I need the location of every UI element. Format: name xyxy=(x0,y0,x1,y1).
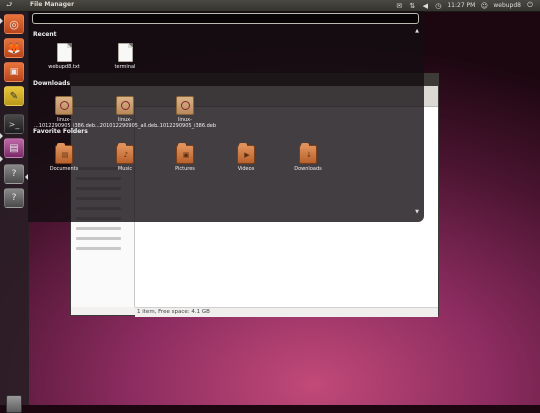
favorite-folder[interactable]: ▣ Pictures xyxy=(155,143,215,172)
launcher-shotwell-button[interactable]: ▣ xyxy=(4,62,24,82)
notes-icon: ✎ xyxy=(9,90,19,102)
download-item[interactable]: linux- ...1012290905_i386.deb xyxy=(34,96,95,129)
download-item[interactable]: linux- ...201012290905_all.deb xyxy=(95,96,157,129)
launcher-notes-button[interactable]: ✎ xyxy=(4,86,24,106)
download-item[interactable]: linux- ...1012290905_i386.deb xyxy=(155,96,216,129)
launcher-firefox-button[interactable]: 🦊 xyxy=(4,38,24,58)
videos-folder-icon: ▶ xyxy=(237,143,255,164)
downloads-folder-icon: ↓ xyxy=(299,143,317,164)
volume-icon[interactable]: ◀ xyxy=(421,2,429,10)
launcher-files-button[interactable]: ▤ xyxy=(4,138,24,158)
scroll-up-arrow-icon[interactable]: ▲ xyxy=(415,28,419,34)
favorite-folder[interactable]: ▶ Videos xyxy=(216,143,276,172)
running-indicator xyxy=(0,156,3,162)
active-window-title: File Manager xyxy=(30,1,75,8)
back-arrow-icon[interactable]: ⮐ xyxy=(6,1,18,10)
user-icon: ☺ xyxy=(480,1,488,10)
launcher-workspaces-button[interactable]: ? xyxy=(4,164,24,184)
shotwell-icon: ▣ xyxy=(9,67,19,77)
launcher-terminal-button[interactable]: >_ xyxy=(4,114,24,134)
section-recent: Recent xyxy=(33,31,57,38)
favorite-folder[interactable]: ↓ Downloads xyxy=(278,143,338,172)
username[interactable]: webupd8 xyxy=(493,2,521,9)
recent-item[interactable]: terminal xyxy=(95,43,155,70)
favorite-folder[interactable]: ♪ Music xyxy=(95,143,155,172)
file-manager-icon: ▤ xyxy=(9,142,19,154)
launcher-home-button[interactable]: ◎ xyxy=(4,14,24,34)
pictures-folder-icon: ▣ xyxy=(176,143,194,164)
search-input[interactable] xyxy=(32,13,419,24)
workspaces-icon: ? xyxy=(11,169,17,179)
scroll-down-arrow-icon[interactable]: ▼ xyxy=(415,209,419,215)
ubuntu-home-icon: ◎ xyxy=(9,17,19,31)
running-indicator xyxy=(0,133,3,139)
documents-folder-icon: ▤ xyxy=(55,143,73,164)
status-bar: 1 item, Free space: 4.1 GB xyxy=(135,307,438,317)
running-indicator xyxy=(0,18,3,24)
terminal-icon: >_ xyxy=(8,119,20,129)
deb-package-icon xyxy=(176,96,194,115)
mail-icon[interactable]: ✉ xyxy=(395,2,403,10)
system-tray: ✉ ⇅ ◀ ◷ 11:27 PM ☺ webupd8 ⏻ xyxy=(395,1,534,10)
text-file-icon xyxy=(56,43,72,62)
applications-icon: ? xyxy=(11,193,17,203)
favorite-folder[interactable]: ▤ Documents xyxy=(34,143,94,172)
section-favorite-folders: Favorite Folders xyxy=(33,128,88,135)
deb-package-icon xyxy=(55,96,73,115)
text-file-icon xyxy=(117,43,133,62)
network-icon[interactable]: ⇅ xyxy=(408,2,416,10)
firefox-icon: 🦊 xyxy=(7,41,21,55)
dash-overlay: Recent webupd8.txt terminal Downloads li… xyxy=(28,11,424,222)
recent-item[interactable]: webupd8.txt xyxy=(34,43,94,70)
power-icon[interactable]: ⏻ xyxy=(526,1,534,10)
clock-icon: ◷ xyxy=(435,1,442,10)
section-downloads: Downloads xyxy=(33,80,71,87)
launcher: ◎ 🦊 ▣ ✎ >_ ▤ ? ? xyxy=(0,12,29,413)
clock[interactable]: 11:27 PM xyxy=(447,2,475,9)
music-folder-icon: ♪ xyxy=(116,143,134,164)
launcher-applications-button[interactable]: ? xyxy=(4,188,24,208)
trash-icon[interactable] xyxy=(6,395,22,413)
deb-package-icon xyxy=(116,96,134,115)
